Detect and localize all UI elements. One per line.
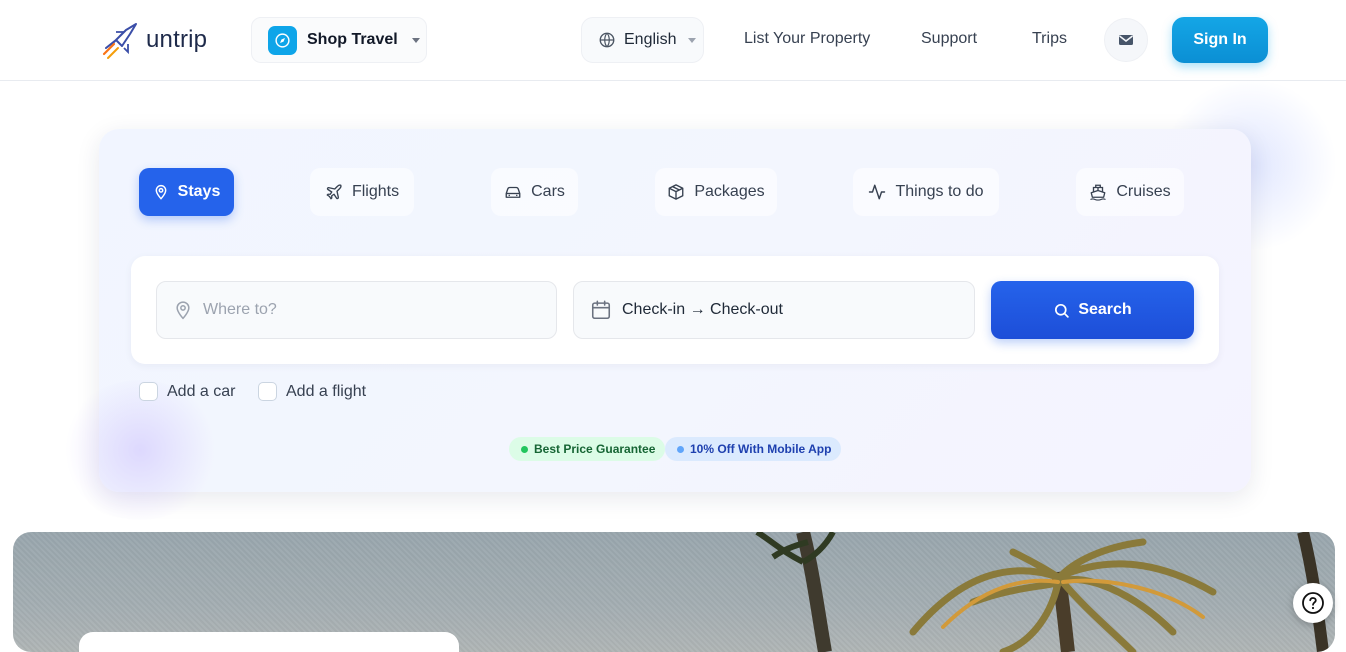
map-pin-icon (155, 185, 167, 200)
tab-cars[interactable]: Cars (491, 168, 578, 216)
shop-travel-label: Shop Travel (307, 31, 398, 48)
untrip-logo[interactable]: untrip (100, 20, 207, 60)
dates-field[interactable]: Check-in → Check-out (573, 281, 975, 339)
search-button[interactable]: Search (991, 281, 1194, 339)
tab-stays[interactable]: Stays (139, 168, 234, 216)
help-button[interactable] (1293, 583, 1333, 623)
logo-text: untrip (146, 26, 208, 53)
search-icon (1055, 303, 1070, 318)
tab-label: Flights (351, 183, 400, 200)
tab-flights[interactable]: Flights (310, 168, 414, 216)
status-dot (521, 445, 528, 453)
language-label: English (624, 31, 677, 48)
car-icon (505, 186, 521, 198)
destination-field[interactable] (156, 281, 557, 339)
activity-icon (869, 184, 886, 200)
dates-label: Check-in → Check-out (622, 301, 783, 318)
globe-icon (599, 32, 615, 48)
add-flight-label: Add a flight (286, 382, 367, 400)
plane-logo-icon (102, 23, 137, 59)
language-selector[interactable]: English (581, 17, 704, 63)
package-icon (668, 184, 684, 200)
add-car-checkbox[interactable] (139, 382, 158, 401)
tab-label: Things to do (895, 183, 984, 200)
tab-label: Cruises (1116, 183, 1171, 200)
add-flight-checkbox[interactable] (258, 382, 277, 401)
chevron-down-icon (688, 37, 697, 43)
badge-label: 10% Off With Mobile App (690, 442, 832, 456)
nav-list-your-property[interactable]: List Your Property (744, 30, 870, 48)
tab-label: Packages (694, 183, 765, 200)
tab-packages[interactable]: Packages (655, 168, 777, 216)
tab-label: Stays (177, 183, 221, 200)
background-glow (60, 380, 220, 520)
hero-image (13, 532, 1335, 652)
tab-things-to-do[interactable]: Things to do (853, 168, 999, 216)
messages-button[interactable] (1104, 18, 1148, 62)
best-price-badge: Best Price Guarantee (509, 437, 666, 461)
tab-cruises[interactable]: Cruises (1076, 168, 1184, 216)
calendar-icon (591, 300, 611, 320)
ship-icon (1090, 184, 1107, 201)
add-flight-option[interactable]: Add a flight (258, 382, 366, 401)
badge-label: Best Price Guarantee (534, 442, 656, 456)
sign-in-button[interactable]: Sign In (1172, 17, 1268, 63)
add-car-label: Add a car (167, 382, 236, 400)
shop-travel-dropdown[interactable]: Shop Travel (251, 17, 427, 63)
mail-icon (1119, 35, 1133, 45)
nav-trips[interactable]: Trips (1032, 30, 1067, 48)
help-icon (1302, 592, 1324, 614)
top-header: untrip Shop Travel English List Your Pro… (0, 0, 1346, 81)
map-pin-icon (176, 301, 190, 320)
destination-input[interactable] (203, 301, 523, 319)
add-car-option[interactable]: Add a car (139, 382, 235, 401)
plane-icon (326, 184, 342, 200)
status-dot (677, 445, 684, 453)
tab-label: Cars (531, 183, 565, 200)
compass-icon (268, 25, 297, 55)
hero-info-card (79, 632, 459, 652)
mobile-app-badge: 10% Off With Mobile App (665, 437, 842, 461)
chevron-down-icon (411, 37, 420, 43)
nav-support[interactable]: Support (921, 30, 977, 48)
search-button-label: Search (1078, 301, 1132, 318)
